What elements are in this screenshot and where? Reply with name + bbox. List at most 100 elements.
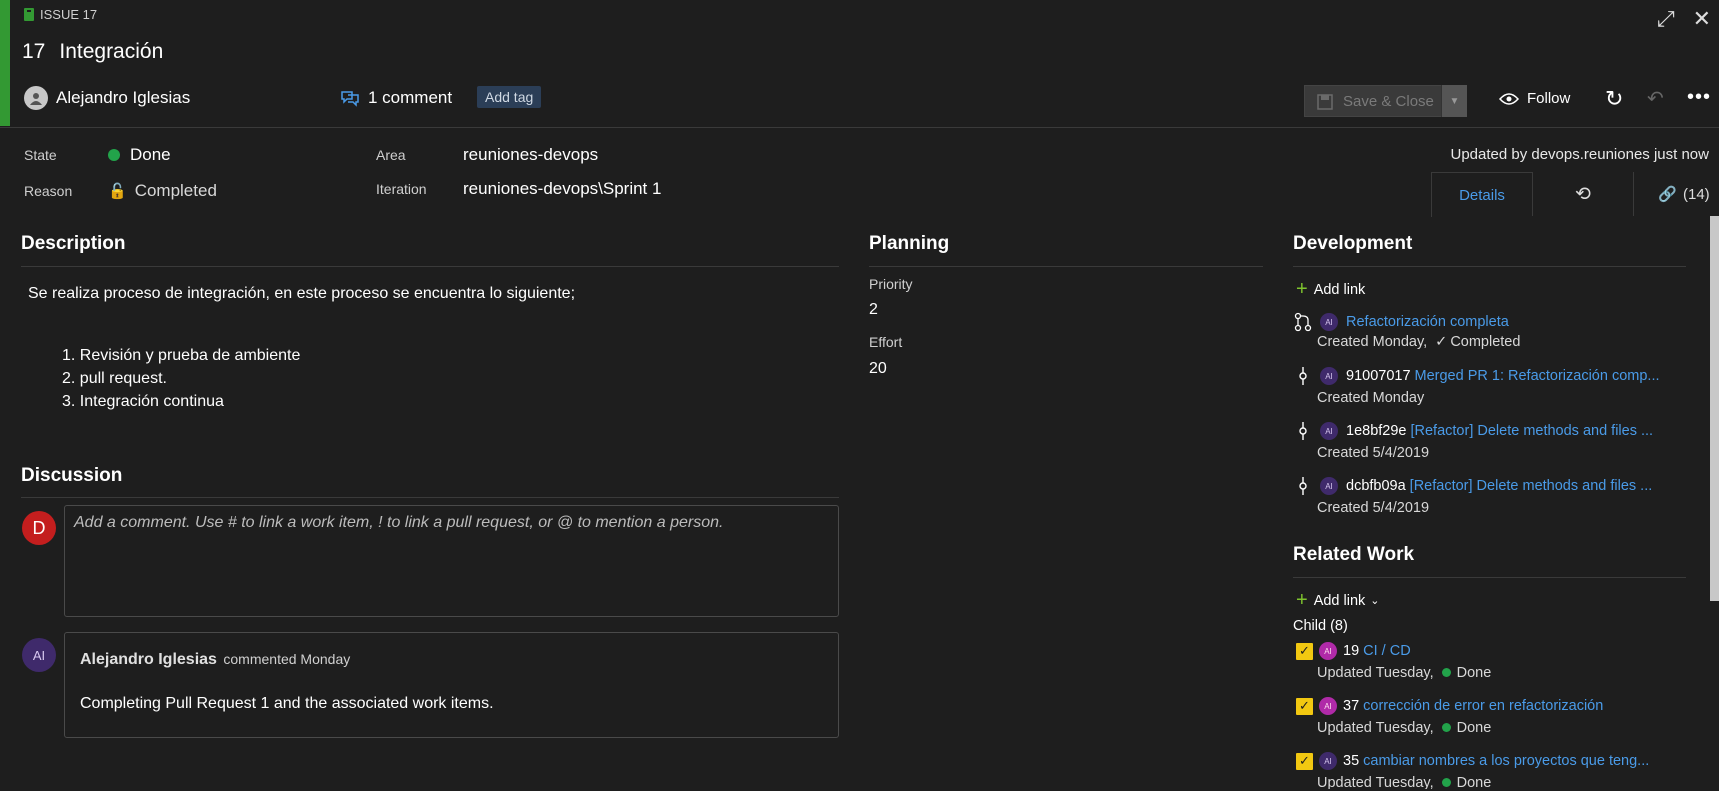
area-label: Area — [376, 147, 406, 163]
comment-text: Completing Pull Request 1 and the associ… — [80, 695, 494, 712]
discussion-heading: Discussion — [21, 465, 123, 486]
tab-links-count: (14) — [1683, 185, 1710, 203]
save-close-label: Save & Close — [1343, 92, 1434, 110]
vertical-scrollbar[interactable] — [1710, 216, 1719, 601]
author-avatar: AI — [1320, 313, 1338, 331]
task-check-icon: ✓ — [1296, 642, 1313, 660]
related-item-status: Done — [1456, 775, 1492, 789]
follow-button[interactable]: Follow — [1499, 90, 1570, 107]
dev-link[interactable]: [Refactor] Delete methods and files ... — [1410, 423, 1653, 439]
work-item-tabs: Details ⟲ 🔗(14) 📎 — [1431, 172, 1719, 217]
more-options-icon[interactable]: ••• — [1687, 86, 1711, 109]
related-item-meta: Updated Tuesday, Done — [1317, 665, 1491, 681]
related-add-link[interactable]: + Add link ⌄ — [1296, 589, 1380, 612]
effort-field[interactable]: 20 — [869, 360, 887, 378]
dev-link-created: Created 5/4/2019 — [1317, 500, 1430, 516]
related-item-row: ✓ AI 35 cambiar nombres a los proyectos … — [1296, 752, 1649, 770]
comment-author[interactable]: Alejandro Iglesias — [80, 651, 217, 668]
tab-history[interactable]: ⟲ — [1532, 172, 1633, 216]
iteration-field[interactable]: reuniones-devops\Sprint 1 — [463, 179, 661, 199]
related-item-link[interactable]: corrección de error en refactorización — [1363, 698, 1603, 714]
related-item-updated: Updated Tuesday, — [1317, 775, 1434, 789]
description-list-item: 3. Integración continua — [62, 393, 224, 410]
tab-links[interactable]: 🔗 (14) — [1633, 172, 1719, 216]
comment-count-link[interactable]: 1 comment — [340, 88, 452, 108]
development-add-link[interactable]: + Add link — [1296, 278, 1365, 301]
dev-link[interactable]: [Refactor] Delete methods and files ... — [1410, 478, 1653, 494]
related-item-link[interactable]: CI / CD — [1363, 643, 1411, 659]
work-item-id: 17 — [22, 40, 46, 63]
assigned-to-name: Alejandro Iglesias — [56, 88, 191, 107]
commit-id: dcbfb09a — [1346, 478, 1406, 494]
related-item-status: Done — [1456, 665, 1492, 681]
comment-timestamp: commented Monday — [223, 651, 351, 667]
reason-label: Reason — [24, 183, 73, 199]
description-intro[interactable]: Se realiza proceso de integración, en es… — [28, 285, 575, 303]
comment-header: Alejandro Iglesias commented Monday — [80, 651, 350, 669]
assigned-to[interactable]: Alejandro Iglesias — [24, 86, 190, 110]
priority-field[interactable]: 2 — [869, 301, 878, 319]
commit-icon — [1299, 367, 1307, 385]
tab-details[interactable]: Details — [1431, 172, 1532, 217]
add-tag-button[interactable]: Add tag — [477, 86, 542, 108]
save-options-dropdown[interactable]: ▼ — [1441, 85, 1467, 117]
effort-label: Effort — [869, 334, 903, 350]
priority-label: Priority — [869, 276, 913, 292]
work-item-type-label: ISSUE 17 — [24, 7, 97, 22]
window-controls: ⤢ ✕ — [1657, 6, 1711, 32]
dev-link[interactable]: Refactorización completa — [1346, 314, 1509, 330]
related-item-meta: Updated Tuesday, Done — [1317, 775, 1491, 789]
work-item-title-text[interactable]: Integración — [59, 40, 163, 64]
related-item-status: Done — [1456, 720, 1492, 736]
iteration-label: Iteration — [376, 181, 427, 197]
issue-icon — [24, 8, 34, 21]
comment-icon — [341, 91, 359, 107]
link-icon: 🔗 — [1658, 186, 1677, 203]
dev-link-created: Created Monday, — [1317, 334, 1428, 350]
history-icon: ⟲ — [1575, 183, 1591, 205]
dev-link-created: Created Monday — [1317, 390, 1425, 406]
reason-value: Completed — [134, 181, 217, 200]
state-field[interactable]: Done — [108, 145, 171, 165]
commit-id: 91007017 — [1346, 368, 1411, 384]
expand-icon[interactable]: ⤢ — [1657, 6, 1675, 32]
description-divider — [21, 266, 839, 267]
reason-field: 🔓 Completed — [108, 181, 217, 201]
work-item-title[interactable]: 17 Integración — [22, 40, 163, 64]
assignee-avatar: AI — [1319, 642, 1337, 660]
development-divider — [1293, 266, 1686, 267]
description-heading: Description — [21, 233, 126, 254]
user-avatar-icon — [24, 86, 48, 110]
tab-details-label: Details — [1459, 186, 1505, 204]
commit-icon — [1299, 477, 1307, 495]
assignee-avatar: AI — [1319, 697, 1337, 715]
dev-link[interactable]: Merged PR 1: Refactorización comp... — [1415, 368, 1660, 384]
comment-input[interactable]: Add a comment. Use # to link a work item… — [64, 505, 839, 617]
task-check-icon: ✓ — [1296, 752, 1313, 770]
follow-label: Follow — [1527, 90, 1571, 107]
related-work-divider — [1293, 577, 1686, 578]
close-icon[interactable]: ✕ — [1693, 6, 1711, 32]
state-value: Done — [130, 145, 171, 164]
work-item-type-color-bar — [0, 0, 10, 126]
dev-link-created: Created 5/4/2019 — [1317, 445, 1430, 461]
undo-icon[interactable]: ↶ — [1647, 86, 1664, 111]
commit-id: 1e8bf29e — [1346, 423, 1407, 439]
comment-author-avatar: AI — [22, 638, 56, 672]
related-item-id: 19 — [1343, 643, 1360, 659]
dev-link-row: AI dcbfb09a [Refactor] Delete methods an… — [1294, 477, 1652, 495]
save-icon — [1317, 94, 1333, 110]
area-field[interactable]: reuniones-devops — [463, 145, 598, 165]
refresh-icon[interactable]: ↻ — [1605, 86, 1623, 112]
related-item-link[interactable]: cambiar nombres a los proyectos que teng… — [1363, 753, 1649, 769]
add-link-label: Add link — [1313, 281, 1366, 298]
child-group-label: Child (8) — [1293, 618, 1348, 634]
check-icon: ✓ — [1435, 334, 1448, 350]
add-link-label: Add link — [1313, 592, 1366, 609]
related-item-id: 37 — [1343, 698, 1360, 714]
planning-heading: Planning — [869, 233, 950, 254]
issue-type-text: ISSUE 17 — [40, 7, 98, 22]
eye-icon — [1499, 92, 1519, 105]
branch-icon — [1294, 312, 1312, 332]
chevron-down-icon: ▼ — [1449, 95, 1460, 107]
